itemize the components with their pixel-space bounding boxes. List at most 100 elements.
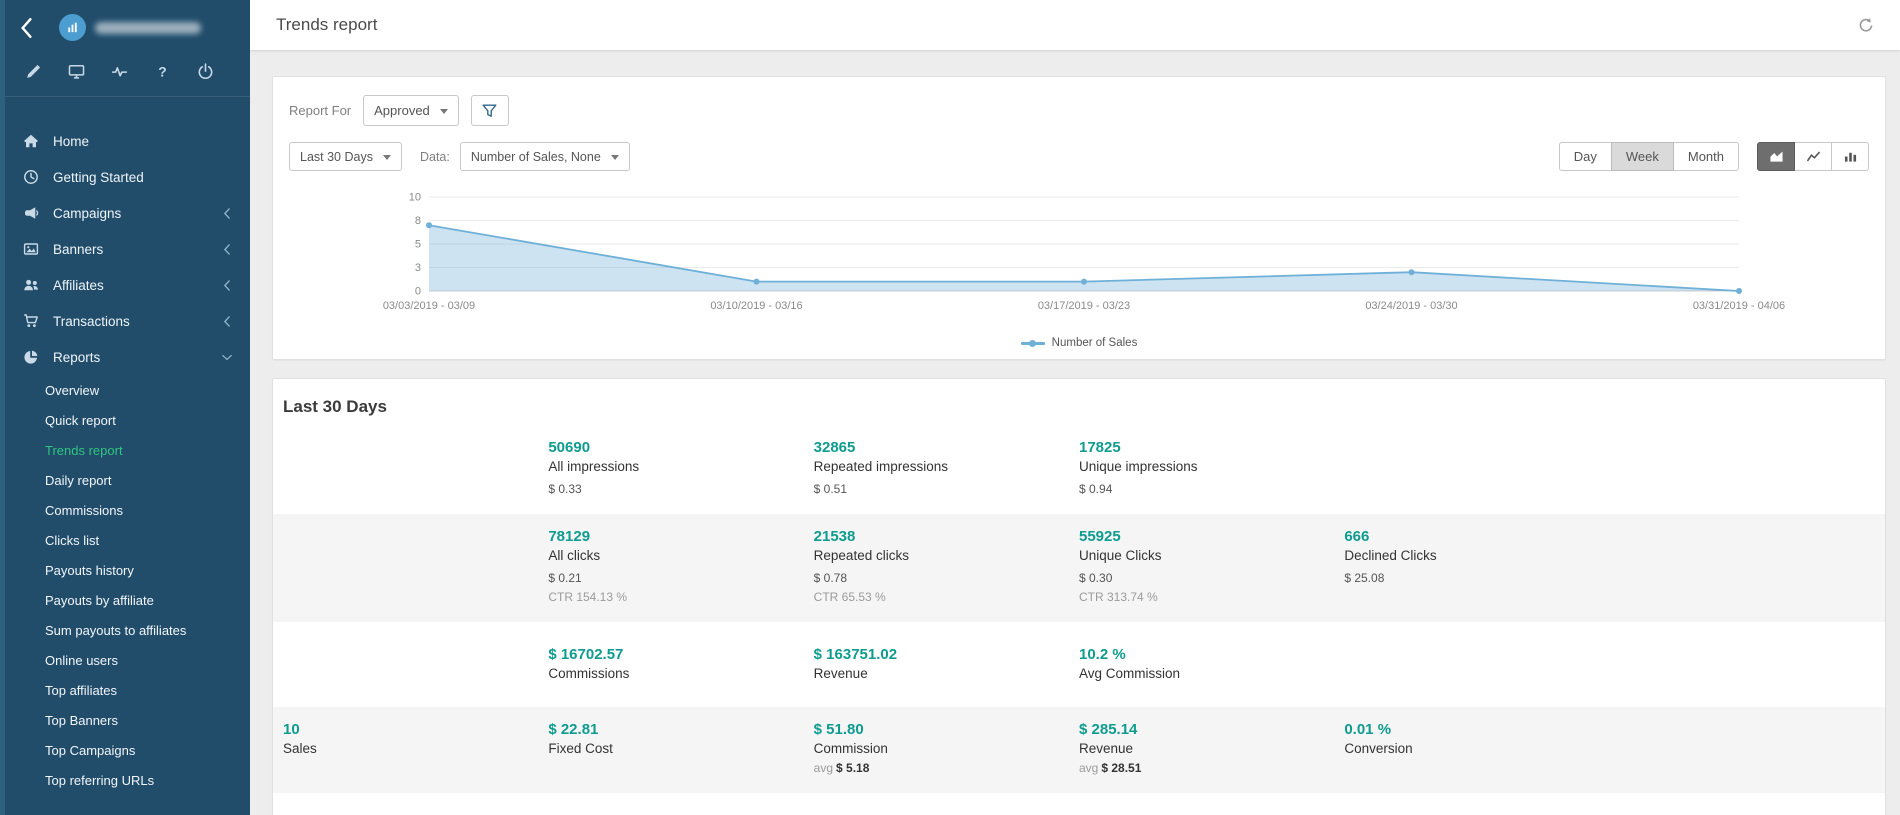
stat-lab: Conversion bbox=[1344, 741, 1609, 756]
sidebar-item-label: Home bbox=[53, 134, 89, 149]
chevron-left-icon bbox=[222, 316, 232, 327]
stat-note: CTR 154.13 % bbox=[548, 590, 813, 604]
home-icon bbox=[23, 133, 39, 149]
sidebar-item-affiliates[interactable]: Affiliates bbox=[5, 267, 250, 303]
refresh-button[interactable] bbox=[1858, 17, 1874, 33]
users-icon bbox=[23, 277, 39, 293]
summary-row: 10Sales$ 22.81Fixed Cost$ 51.80Commissio… bbox=[273, 707, 1885, 793]
sidebar-item-top-referring-urls[interactable]: Top referring URLs bbox=[5, 765, 250, 795]
svg-text:10: 10 bbox=[409, 192, 421, 204]
stat-lab: Unique impressions bbox=[1079, 459, 1344, 474]
pulse-button[interactable] bbox=[111, 63, 128, 80]
stat-val: $ 22.81 bbox=[548, 721, 813, 738]
stat-fixed-cost: $ 22.81Fixed Cost bbox=[548, 721, 813, 775]
stat-declined-clicks: 666Declined Clicks$ 25.08 bbox=[1344, 528, 1609, 604]
stat-unique-impressions: 17825 Unique impressions $ 0.94 bbox=[1079, 439, 1344, 496]
stat-lab: Commissions bbox=[548, 666, 813, 681]
svg-text:3: 3 bbox=[415, 262, 421, 274]
sidebar-item-top-affiliates[interactable]: Top affiliates bbox=[5, 675, 250, 705]
svg-text:8: 8 bbox=[415, 215, 421, 227]
stat-val: 17825 bbox=[1079, 439, 1344, 456]
stat-val: $ 51.80 bbox=[814, 721, 1079, 738]
sidebar-item-daily-report[interactable]: Daily report bbox=[5, 465, 250, 495]
sidebar-item-top-campaigns[interactable]: Top Campaigns bbox=[5, 735, 250, 765]
sidebar-item-commissions[interactable]: Commissions bbox=[5, 495, 250, 525]
sidebar-item-campaigns[interactable]: Campaigns bbox=[5, 195, 250, 231]
stat-lab: Commission bbox=[814, 741, 1079, 756]
app-window: ? Home Getting Started Campaigns Banners Aff… bbox=[0, 0, 1900, 815]
back-button[interactable] bbox=[19, 17, 33, 39]
sidebar-item-banners[interactable]: Banners bbox=[5, 231, 250, 267]
bar-chart-button[interactable] bbox=[1831, 142, 1869, 171]
date-range-select[interactable]: Last 30 Days bbox=[289, 142, 402, 171]
report-for-value: Approved bbox=[374, 103, 430, 118]
stat-val: 666 bbox=[1344, 528, 1609, 545]
filter-button[interactable] bbox=[471, 95, 509, 126]
sidebar-item-payouts-history[interactable]: Payouts history bbox=[5, 555, 250, 585]
sidebar-item-transactions[interactable]: Transactions bbox=[5, 303, 250, 339]
sidebar-item-overview[interactable]: Overview bbox=[5, 375, 250, 405]
sidebar-item-trends-report[interactable]: Trends report bbox=[5, 435, 250, 465]
logo-bars-icon bbox=[65, 20, 80, 35]
sidebar-item-quick-report[interactable]: Quick report bbox=[5, 405, 250, 435]
svg-text:5: 5 bbox=[415, 239, 421, 251]
sidebar-item-home[interactable]: Home bbox=[5, 123, 250, 159]
stat-lab: Sales bbox=[283, 741, 548, 756]
data-metric-value: Number of Sales, None bbox=[471, 150, 601, 164]
app-logo bbox=[59, 14, 86, 41]
stat-lab: Revenue bbox=[1079, 741, 1344, 756]
stat-lab: Declined Clicks bbox=[1344, 548, 1609, 563]
line-chart-icon bbox=[1806, 150, 1821, 163]
stat-sub: $ 0.30 bbox=[1079, 571, 1344, 585]
sidebar-item-reports[interactable]: Reports bbox=[5, 339, 250, 375]
monitor-icon bbox=[68, 63, 85, 80]
stat-note: CTR 65.53 % bbox=[814, 590, 1079, 604]
period-day-button[interactable]: Day bbox=[1559, 142, 1612, 171]
line-chart-button[interactable] bbox=[1794, 142, 1832, 171]
sidebar-item-label: Banners bbox=[53, 242, 103, 257]
sidebar-item-label: Reports bbox=[53, 350, 100, 365]
sidebar-item-online-users[interactable]: Online users bbox=[5, 645, 250, 675]
stat-all-impressions: 50690All impressions$ 0.33 bbox=[548, 439, 813, 496]
reports-submenu: OverviewQuick reportTrends reportDaily r… bbox=[5, 375, 250, 795]
help-button[interactable]: ? bbox=[154, 63, 171, 80]
area-chart-button[interactable] bbox=[1757, 142, 1795, 171]
stat-sub: $ 0.94 bbox=[1079, 482, 1344, 496]
report-for-select[interactable]: Approved bbox=[363, 95, 459, 126]
stat-note: CTR 313.74 % bbox=[1079, 590, 1344, 604]
sidebar-item-payouts-by-affiliate[interactable]: Payouts by affiliate bbox=[5, 585, 250, 615]
period-week-button[interactable]: Week bbox=[1611, 142, 1674, 171]
area-chart-icon bbox=[1769, 150, 1784, 163]
megaphone-icon bbox=[23, 205, 39, 221]
sidebar-item-sum-payouts-to-affiliates[interactable]: Sum payouts to affiliates bbox=[5, 615, 250, 645]
right-controls: Day Week Month bbox=[1559, 142, 1869, 171]
svg-text:03/31/2019 - 04/06: 03/31/2019 - 04/06 bbox=[1693, 300, 1785, 312]
stat-val: $ 16702.57 bbox=[548, 646, 813, 663]
chevron-left-icon bbox=[222, 280, 232, 291]
image-icon bbox=[23, 241, 39, 257]
period-month-button[interactable]: Month bbox=[1673, 142, 1739, 171]
stat-avg-commission: 10.2 %Avg Commission bbox=[1079, 646, 1344, 681]
stat-lab: Repeated impressions bbox=[814, 459, 1079, 474]
sidebar-item-top-banners[interactable]: Top Banners bbox=[5, 705, 250, 735]
sidebar-item-label: Campaigns bbox=[53, 206, 121, 221]
stat-revenue: $ 163751.02Revenue bbox=[814, 646, 1079, 681]
sidebar-item-clicks-list[interactable]: Clicks list bbox=[5, 525, 250, 555]
sidebar-item-getting-started[interactable]: Getting Started bbox=[5, 159, 250, 195]
main-area: Trends report Report For Approved bbox=[250, 0, 1900, 815]
pie-chart-icon bbox=[23, 349, 39, 365]
stat-average: avg$ 5.18 bbox=[814, 761, 1079, 775]
sidebar-item-label: Transactions bbox=[53, 314, 130, 329]
summary-title: Last 30 Days bbox=[273, 379, 1885, 425]
chart-type-button-group bbox=[1757, 142, 1869, 171]
pencil-button[interactable] bbox=[25, 63, 42, 80]
chart-legend: Number of Sales bbox=[289, 337, 1869, 357]
stat-val: 10.2 % bbox=[1079, 646, 1344, 663]
data-metric-select[interactable]: Number of Sales, None bbox=[460, 142, 630, 171]
power-button[interactable] bbox=[197, 63, 214, 80]
stat-sub: $ 0.51 bbox=[814, 482, 1079, 496]
stat-lab: All impressions bbox=[548, 459, 813, 474]
svg-text:03/10/2019 - 03/16: 03/10/2019 - 03/16 bbox=[710, 300, 802, 312]
svg-text:03/03/2019 - 03/09: 03/03/2019 - 03/09 bbox=[383, 300, 475, 312]
monitor-button[interactable] bbox=[68, 63, 85, 80]
